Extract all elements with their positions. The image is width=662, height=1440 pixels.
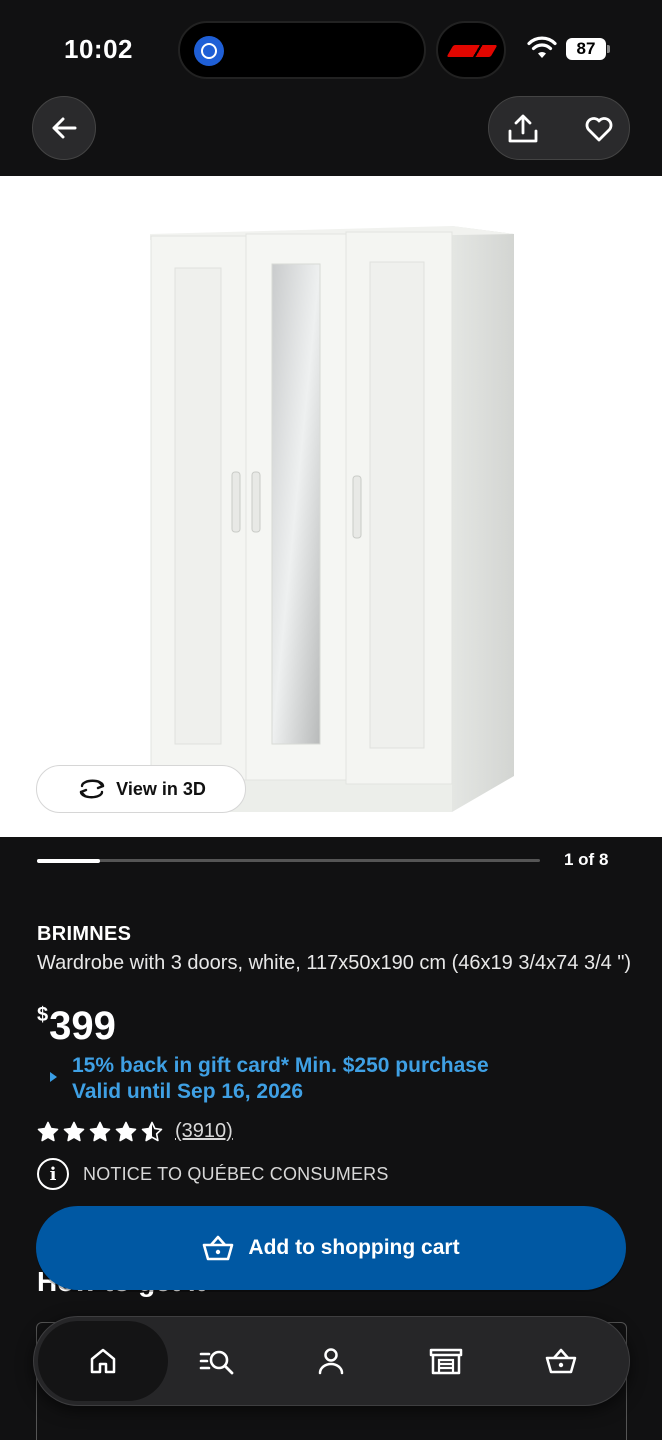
search-list-icon [199, 1350, 234, 1375]
status-bar: 10:02 87 [0, 0, 662, 90]
product-rating[interactable]: (3910) [37, 1120, 233, 1143]
price-amount: 399 [49, 1004, 116, 1048]
dynamic-island-app-icon [194, 36, 224, 66]
tab-cart[interactable] [496, 1321, 626, 1401]
share-button[interactable] [503, 109, 543, 149]
pager-track[interactable] [37, 858, 540, 863]
back-button[interactable] [32, 96, 96, 160]
pager-progress [37, 858, 100, 863]
promo-line-2: Valid until Sep 16, 2026 [72, 1080, 304, 1103]
basket-icon [203, 1235, 234, 1261]
tab-stores[interactable] [381, 1321, 511, 1401]
status-time: 10:02 [64, 34, 133, 64]
favorite-button[interactable] [579, 109, 619, 149]
dynamic-island-secondary[interactable] [436, 21, 506, 79]
tab-home[interactable] [38, 1321, 168, 1401]
basket-icon [545, 1348, 577, 1374]
pager-label: 1 of 8 [564, 850, 609, 869]
promo-arrow-icon [50, 1072, 57, 1082]
product-description: Wardrobe with 3 doors, white, 117x50x190… [37, 952, 632, 974]
view-in-3d-label: View in 3D [116, 778, 206, 799]
battery-tip [607, 45, 610, 53]
rating-stars [37, 1121, 163, 1143]
star-full-icon [89, 1121, 111, 1141]
star-full-icon [115, 1121, 137, 1141]
dynamic-island[interactable] [178, 21, 426, 79]
product-price: $399 [37, 1004, 116, 1049]
star-half-icon [141, 1121, 163, 1141]
info-icon: i [37, 1158, 69, 1190]
image-pager: 1 of 8 [0, 837, 662, 887]
star-full-icon [37, 1121, 59, 1141]
action-pill [488, 96, 630, 160]
quebec-notice[interactable]: i NOTICE TO QUÉBEC CONSUMERS [37, 1158, 389, 1190]
add-to-cart-button[interactable]: Add to shopping cart [36, 1206, 626, 1290]
view-in-3d-button[interactable]: View in 3D [36, 765, 246, 813]
wifi-icon [527, 36, 557, 58]
star-full-icon [63, 1121, 85, 1141]
price-currency: $ [37, 1004, 49, 1026]
tab-search[interactable] [152, 1321, 282, 1401]
wardrobe-illustration [150, 226, 514, 812]
back-arrow-icon [52, 117, 77, 139]
rotate-3d-icon [79, 779, 105, 799]
battery-icon: 87 [566, 38, 606, 60]
home-icon [90, 1348, 116, 1374]
top-nav [0, 90, 662, 176]
notice-text: NOTICE TO QUÉBEC CONSUMERS [83, 1163, 389, 1184]
heart-icon [585, 117, 613, 142]
promo-line-1: 15% back in gift card* Min. $250 purchas… [72, 1054, 489, 1077]
f1-logo-icon [446, 45, 498, 57]
product-brand: BRIMNES [37, 923, 132, 945]
share-icon [508, 114, 538, 143]
add-to-cart-label: Add to shopping cart [248, 1236, 460, 1259]
profile-icon [318, 1348, 344, 1375]
tab-profile[interactable] [266, 1321, 396, 1401]
product-image[interactable]: View in 3D [0, 176, 662, 837]
bottom-tab-bar [33, 1316, 630, 1406]
store-icon [429, 1348, 463, 1375]
review-count-link[interactable]: (3910) [175, 1120, 233, 1143]
